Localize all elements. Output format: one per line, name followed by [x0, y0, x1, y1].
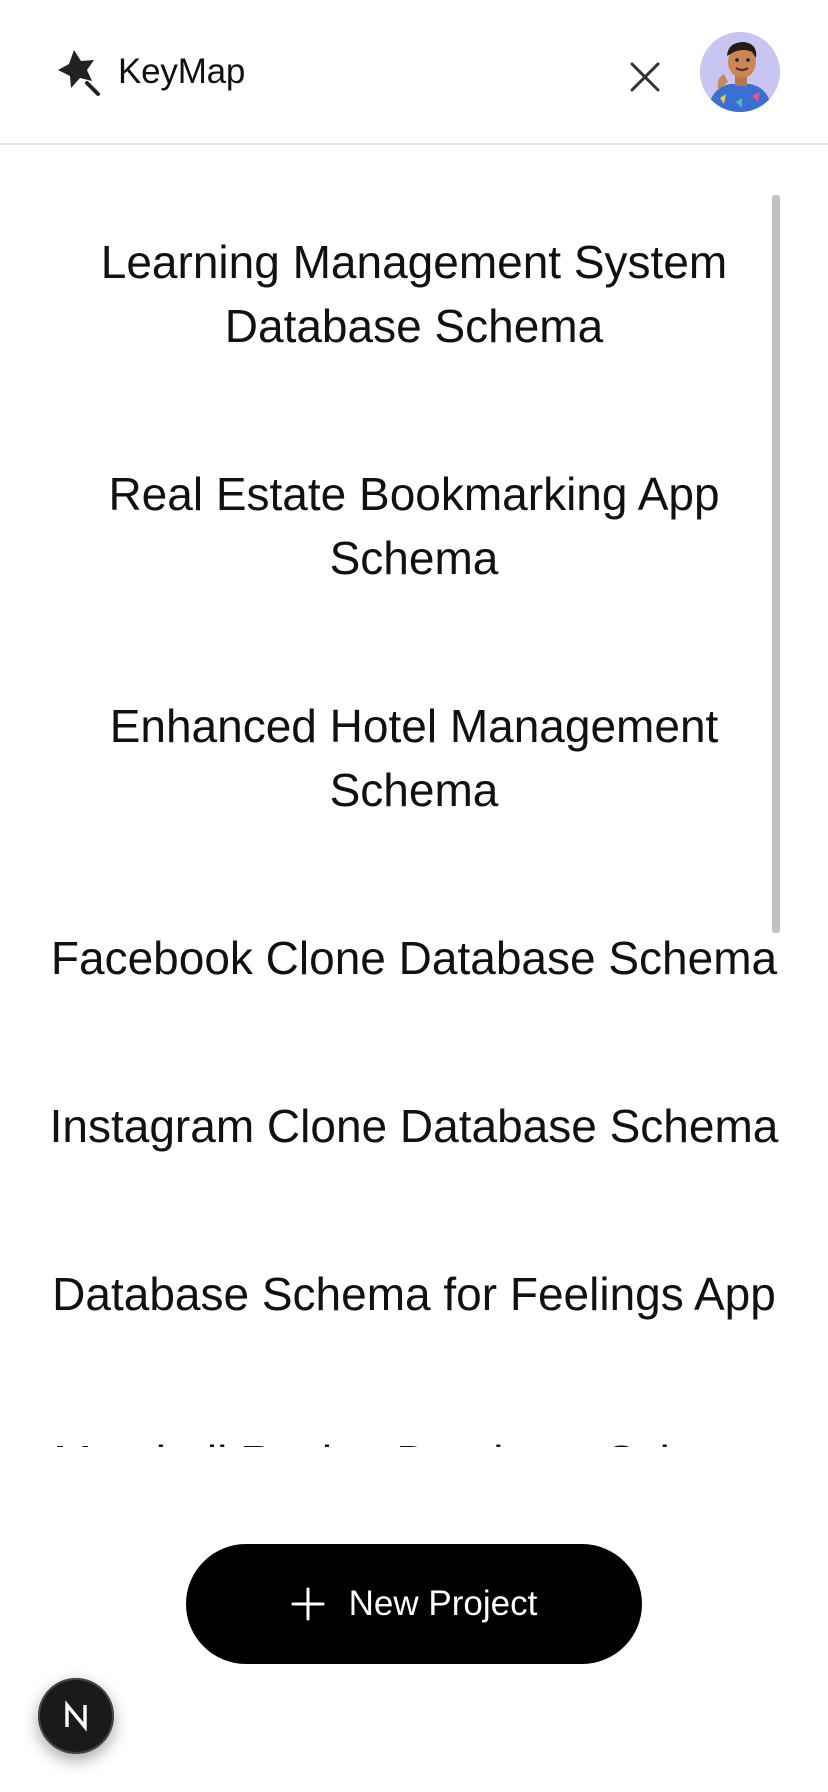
project-item[interactable]: Database Schema for Feelings App [40, 1262, 788, 1326]
project-item[interactable]: Real Estate Bookmarking App Schema [40, 462, 788, 590]
project-item[interactable]: Facebook Clone Database Schema [40, 926, 788, 990]
scrollbar[interactable] [772, 195, 780, 933]
logo[interactable]: KeyMap [54, 46, 245, 98]
project-title: Database Schema for Feelings App [52, 1268, 776, 1320]
new-project-label: New Project [348, 1584, 538, 1623]
close-button[interactable] [620, 52, 670, 102]
new-project-button[interactable]: New Project [186, 1544, 642, 1664]
project-title: Meatball Recipe Database Schema [53, 1430, 774, 1447]
plus-icon [291, 1587, 325, 1621]
project-list-container[interactable]: Learning Management System Database Sche… [0, 195, 828, 1447]
avatar-illustration [700, 32, 780, 112]
project-item[interactable]: Meatball Recipe Database Schema [40, 1430, 788, 1447]
app-name: KeyMap [118, 52, 246, 91]
project-title: Learning Management System Database Sche… [100, 236, 728, 352]
close-icon [630, 62, 660, 92]
project-item[interactable]: Enhanced Hotel Management Schema [40, 694, 788, 822]
user-avatar[interactable] [700, 32, 780, 112]
project-title: Instagram Clone Database Schema [49, 1100, 779, 1152]
scrollbar-thumb[interactable] [772, 195, 780, 933]
project-title: Real Estate Bookmarking App Schema [108, 468, 720, 584]
nextjs-icon [65, 1700, 87, 1732]
star-cursor-icon [58, 50, 100, 96]
project-item[interactable]: Instagram Clone Database Schema [40, 1094, 788, 1158]
nextjs-badge[interactable] [38, 1678, 114, 1754]
app-header: KeyMap [0, 0, 828, 145]
project-title: Enhanced Hotel Management Schema [109, 700, 719, 816]
project-title: Facebook Clone Database Schema [50, 932, 778, 984]
project-item[interactable]: Learning Management System Database Sche… [40, 230, 788, 358]
